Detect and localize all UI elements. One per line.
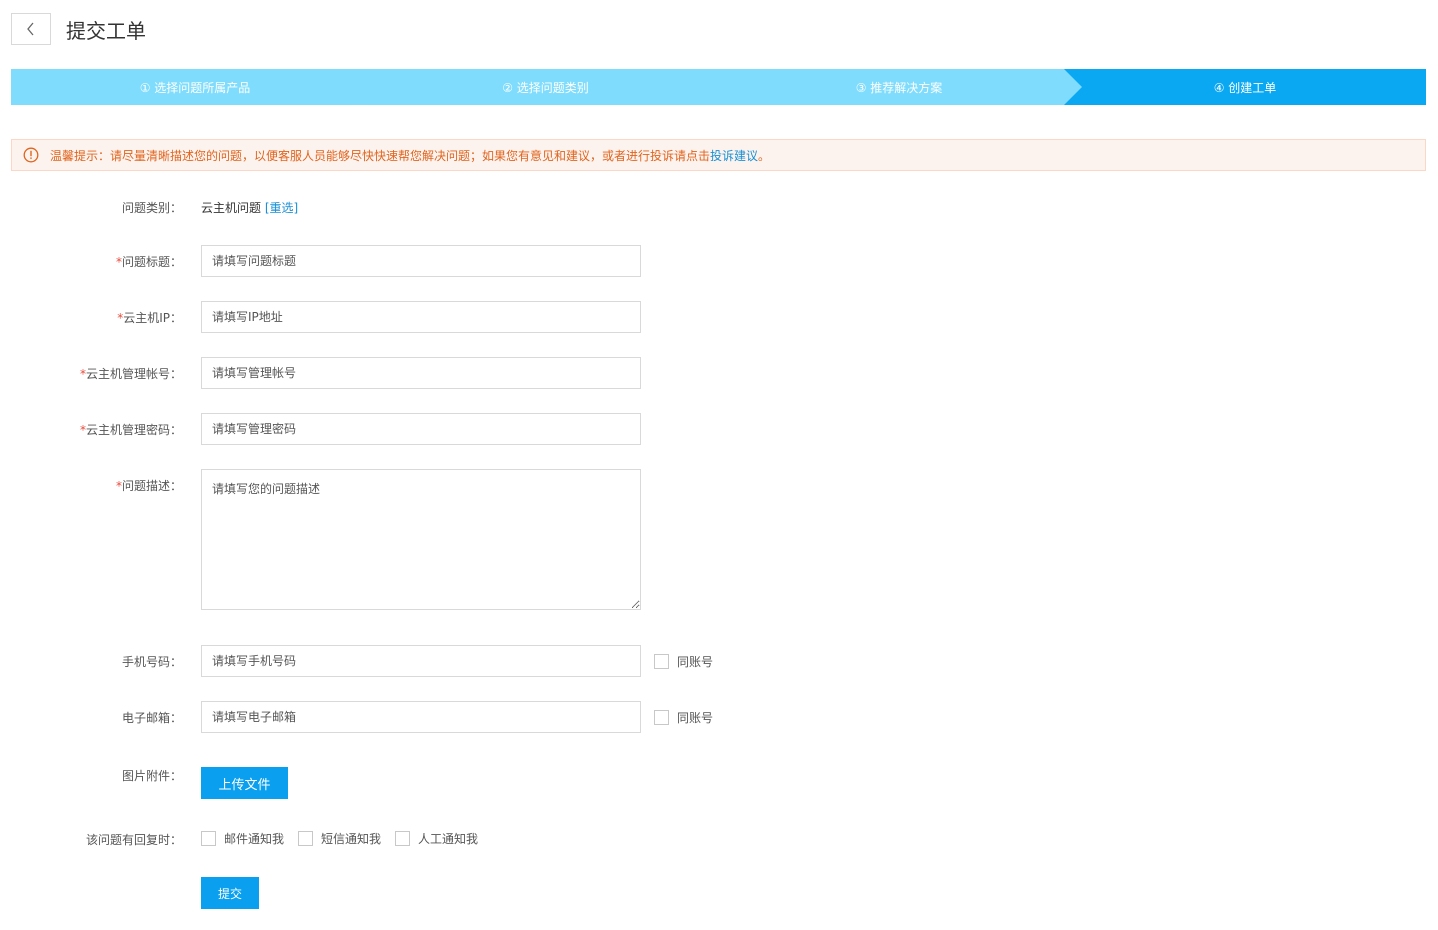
notify-email-checkbox[interactable]: 邮件通知我 xyxy=(201,830,284,847)
notify-sms-checkbox[interactable]: 短信通知我 xyxy=(298,830,381,847)
account-input[interactable] xyxy=(201,357,641,389)
back-button[interactable] xyxy=(11,13,51,45)
checkbox-box[interactable] xyxy=(201,831,216,846)
notify-email-label: 邮件通知我 xyxy=(224,832,285,846)
phone-input[interactable] xyxy=(201,645,641,677)
page-title: 提交工单 xyxy=(66,18,146,43)
ip-label-text: 云主机IP： xyxy=(123,311,182,325)
checkbox-box[interactable] xyxy=(395,831,410,846)
password-label-text: 云主机管理密码： xyxy=(85,423,182,437)
step-label: ③ 推荐解决方案 xyxy=(855,80,943,95)
step-recommend-solution[interactable]: ③ 推荐解决方案 xyxy=(710,69,1088,105)
ip-input[interactable] xyxy=(201,301,641,333)
step-select-product[interactable]: ① 选择问题所属产品 xyxy=(11,69,379,105)
description-label-text: 问题描述： xyxy=(121,479,182,493)
chevron-left-icon xyxy=(27,22,34,36)
description-label: *问题描述： xyxy=(116,477,182,494)
notice-text: 温馨提示：请尽量清晰描述您的问题，以便客服人员能够尽快快速帮您解决问题；如果您有… xyxy=(50,148,711,163)
account-label: *云主机管理帐号： xyxy=(80,365,182,382)
checkbox-box[interactable] xyxy=(298,831,313,846)
step-select-category[interactable]: ② 选择问题类别 xyxy=(357,69,734,105)
category-value: 云主机问题 xyxy=(201,201,262,215)
ip-label: *云主机IP： xyxy=(117,309,182,326)
phone-same-account-label: 同账号 xyxy=(677,655,714,669)
email-input[interactable] xyxy=(201,701,641,733)
category-label: 问题类别： xyxy=(121,201,182,215)
title-label-text: 问题标题： xyxy=(121,255,182,269)
account-label-text: 云主机管理帐号： xyxy=(85,367,182,381)
complaint-link[interactable]: 投诉建议 xyxy=(710,147,758,164)
checkbox-box[interactable] xyxy=(654,710,669,725)
submit-button[interactable]: 提交 xyxy=(201,877,259,909)
notify-label: 该问题有回复时： xyxy=(85,833,182,847)
title-label: *问题标题： xyxy=(116,253,182,270)
step-label: ② 选择问题类别 xyxy=(502,80,589,95)
category-value-wrap: 云主机问题 [重选] xyxy=(201,199,298,216)
email-same-account-checkbox[interactable]: 同账号 xyxy=(654,709,713,726)
reselect-link[interactable]: [重选] xyxy=(265,201,298,215)
phone-same-account-checkbox[interactable]: 同账号 xyxy=(654,653,713,670)
notice-banner: 温馨提示：请尽量清晰描述您的问题，以便客服人员能够尽快快速帮您解决问题；如果您有… xyxy=(11,139,1426,171)
step-create-ticket[interactable]: ④ 创建工单 xyxy=(1064,69,1426,105)
notice-suffix: 。 xyxy=(758,148,771,163)
step-label: ④ 创建工单 xyxy=(1213,80,1277,95)
password-label: *云主机管理密码： xyxy=(80,421,182,438)
title-input[interactable] xyxy=(201,245,641,277)
checkbox-box[interactable] xyxy=(654,654,669,669)
upload-file-button[interactable]: 上传文件 xyxy=(201,767,288,799)
step-label: ① 选择问题所属产品 xyxy=(139,80,251,95)
phone-label: 手机号码： xyxy=(121,655,182,669)
description-textarea[interactable] xyxy=(201,469,641,610)
attachment-label: 图片附件： xyxy=(121,769,182,783)
page-header: 提交工单 xyxy=(11,13,146,45)
notify-manual-label: 人工通知我 xyxy=(418,832,479,846)
email-label: 电子邮箱： xyxy=(121,711,182,725)
step-progress-bar: ① 选择问题所属产品 ② 选择问题类别 ③ 推荐解决方案 ④ 创建工单 xyxy=(11,69,1426,105)
warning-circle-icon xyxy=(23,147,39,163)
password-input[interactable] xyxy=(201,413,641,445)
email-same-account-label: 同账号 xyxy=(677,711,714,725)
notify-sms-label: 短信通知我 xyxy=(321,832,382,846)
notify-manual-checkbox[interactable]: 人工通知我 xyxy=(395,830,478,847)
